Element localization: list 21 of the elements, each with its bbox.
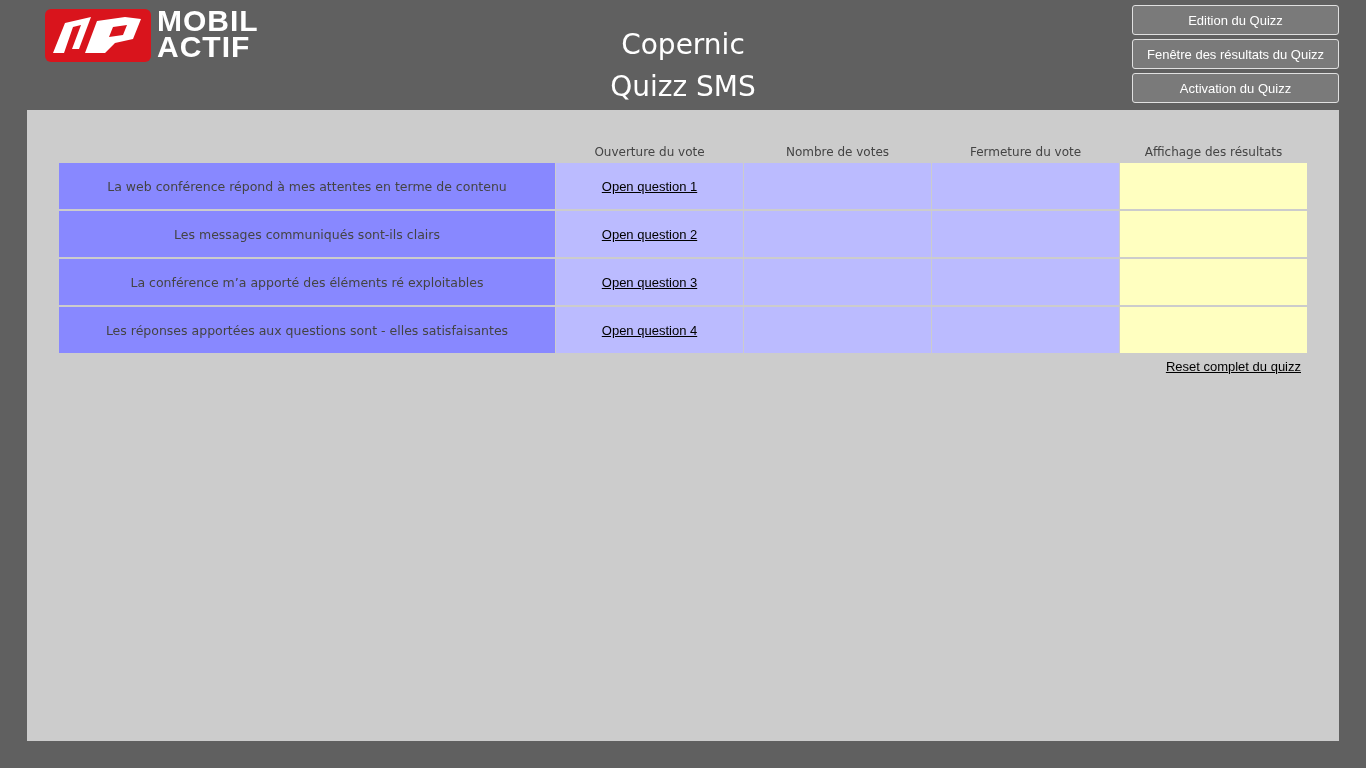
page-subtitle: Quizz SMS (610, 69, 756, 105)
column-header: Nombre de votes (784, 144, 891, 161)
open-question-link[interactable]: Open question 1 (601, 178, 698, 194)
question-cell: Les réponses apportées aux questions sont - elles satisfaisantes (59, 307, 555, 353)
logo-text: MOBIL (157, 8, 259, 34)
open-question-link[interactable]: Open question 3 (601, 274, 698, 290)
nav-button[interactable]: Activation du Quizz (1132, 73, 1339, 103)
question-cell: La conférence m’a apporté des éléments ré exploitables (59, 259, 555, 305)
column-header: Ouverture du vote (593, 144, 706, 161)
reset-link[interactable]: Reset complet du quizz (1165, 359, 1301, 374)
column-header: Affichage des résultats (1143, 144, 1284, 161)
question-cell: La web conférence répond à mes attentes en terme de contenu (59, 163, 555, 209)
open-question-link[interactable]: Open question 2 (601, 226, 698, 242)
column-header: Fermeture du vote (968, 144, 1083, 161)
nav-button[interactable]: Fenêtre des résultats du Quizz (1132, 39, 1339, 69)
page-title: Copernic (621, 27, 745, 63)
nav-button[interactable]: Edition du Quizz (1132, 5, 1339, 35)
question-cell: Les messages communiqués sont-ils clairs (59, 211, 555, 257)
logo-text: ACTIF (157, 34, 251, 60)
open-question-link[interactable]: Open question 4 (601, 322, 698, 338)
logo-mark-icon (45, 9, 151, 62)
